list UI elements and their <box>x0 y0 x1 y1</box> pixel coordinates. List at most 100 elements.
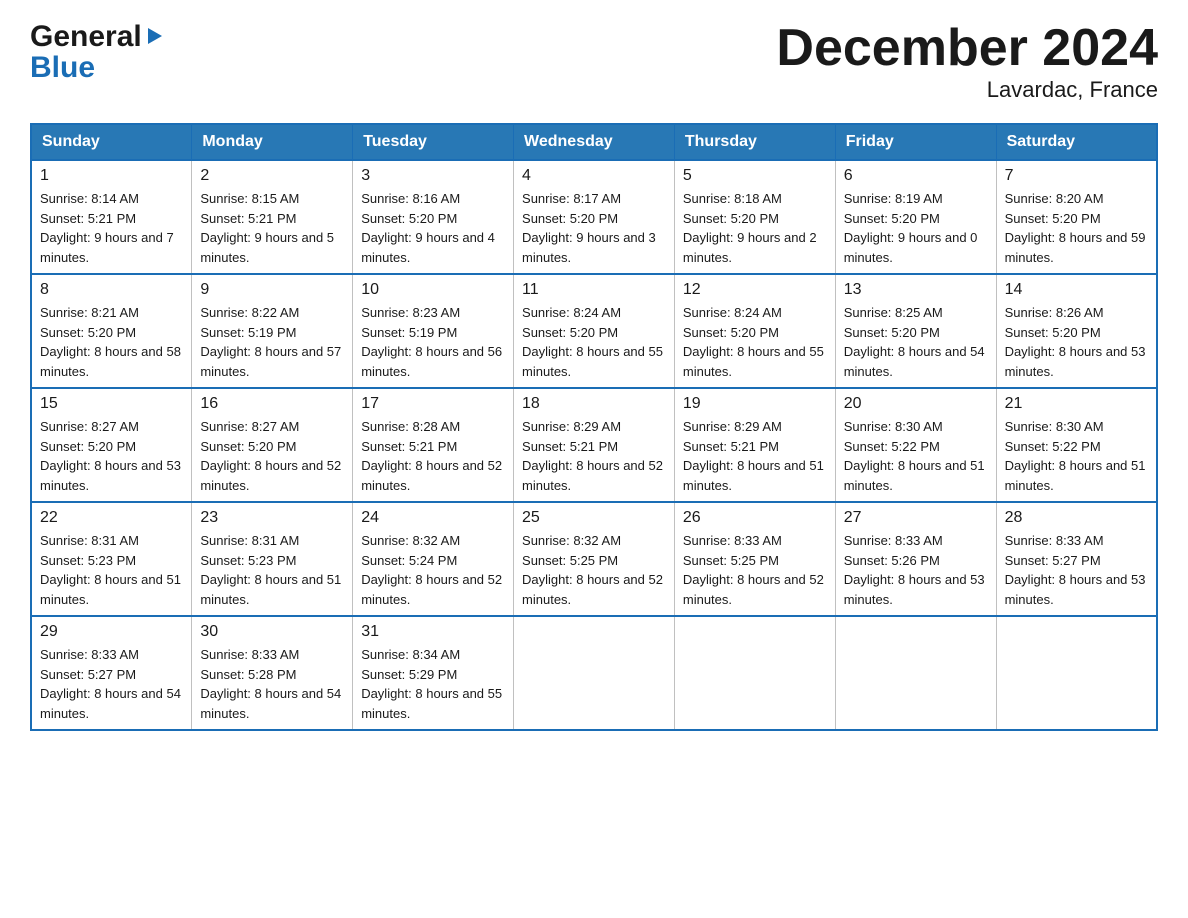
table-row: 18 Sunrise: 8:29 AMSunset: 5:21 PMDaylig… <box>514 388 675 502</box>
table-row: 13 Sunrise: 8:25 AMSunset: 5:20 PMDaylig… <box>835 274 996 388</box>
calendar-week-row: 22 Sunrise: 8:31 AMSunset: 5:23 PMDaylig… <box>31 502 1157 616</box>
table-row: 30 Sunrise: 8:33 AMSunset: 5:28 PMDaylig… <box>192 616 353 730</box>
day-info: Sunrise: 8:33 AMSunset: 5:28 PMDaylight:… <box>200 645 344 723</box>
day-info: Sunrise: 8:22 AMSunset: 5:19 PMDaylight:… <box>200 303 344 381</box>
logo-general: General <box>30 20 142 54</box>
calendar-week-row: 15 Sunrise: 8:27 AMSunset: 5:20 PMDaylig… <box>31 388 1157 502</box>
table-row: 9 Sunrise: 8:22 AMSunset: 5:19 PMDayligh… <box>192 274 353 388</box>
day-number: 28 <box>1005 509 1148 527</box>
table-row: 19 Sunrise: 8:29 AMSunset: 5:21 PMDaylig… <box>674 388 835 502</box>
table-row: 3 Sunrise: 8:16 AMSunset: 5:20 PMDayligh… <box>353 160 514 274</box>
table-row: 14 Sunrise: 8:26 AMSunset: 5:20 PMDaylig… <box>996 274 1157 388</box>
day-number: 19 <box>683 395 827 413</box>
table-row: 11 Sunrise: 8:24 AMSunset: 5:20 PMDaylig… <box>514 274 675 388</box>
day-info: Sunrise: 8:25 AMSunset: 5:20 PMDaylight:… <box>844 303 988 381</box>
day-info: Sunrise: 8:27 AMSunset: 5:20 PMDaylight:… <box>200 417 344 495</box>
day-number: 15 <box>40 395 183 413</box>
col-tuesday: Tuesday <box>353 124 514 160</box>
table-row <box>514 616 675 730</box>
day-number: 8 <box>40 281 183 299</box>
table-row: 8 Sunrise: 8:21 AMSunset: 5:20 PMDayligh… <box>31 274 192 388</box>
day-info: Sunrise: 8:16 AMSunset: 5:20 PMDaylight:… <box>361 189 505 267</box>
day-info: Sunrise: 8:18 AMSunset: 5:20 PMDaylight:… <box>683 189 827 267</box>
table-row: 6 Sunrise: 8:19 AMSunset: 5:20 PMDayligh… <box>835 160 996 274</box>
day-number: 26 <box>683 509 827 527</box>
day-number: 3 <box>361 167 505 185</box>
table-row: 28 Sunrise: 8:33 AMSunset: 5:27 PMDaylig… <box>996 502 1157 616</box>
day-number: 16 <box>200 395 344 413</box>
day-info: Sunrise: 8:24 AMSunset: 5:20 PMDaylight:… <box>683 303 827 381</box>
day-number: 12 <box>683 281 827 299</box>
day-number: 10 <box>361 281 505 299</box>
logo: General Blue <box>30 20 166 81</box>
table-row: 5 Sunrise: 8:18 AMSunset: 5:20 PMDayligh… <box>674 160 835 274</box>
table-row: 12 Sunrise: 8:24 AMSunset: 5:20 PMDaylig… <box>674 274 835 388</box>
day-info: Sunrise: 8:33 AMSunset: 5:26 PMDaylight:… <box>844 531 988 609</box>
day-number: 25 <box>522 509 666 527</box>
title-block: December 2024 Lavardac, France <box>776 20 1158 103</box>
day-info: Sunrise: 8:15 AMSunset: 5:21 PMDaylight:… <box>200 189 344 267</box>
calendar-week-row: 8 Sunrise: 8:21 AMSunset: 5:20 PMDayligh… <box>31 274 1157 388</box>
day-number: 30 <box>200 623 344 641</box>
day-info: Sunrise: 8:30 AMSunset: 5:22 PMDaylight:… <box>844 417 988 495</box>
col-thursday: Thursday <box>674 124 835 160</box>
day-info: Sunrise: 8:20 AMSunset: 5:20 PMDaylight:… <box>1005 189 1148 267</box>
day-number: 21 <box>1005 395 1148 413</box>
day-number: 1 <box>40 167 183 185</box>
table-row: 15 Sunrise: 8:27 AMSunset: 5:20 PMDaylig… <box>31 388 192 502</box>
page-title: December 2024 <box>776 20 1158 77</box>
day-info: Sunrise: 8:29 AMSunset: 5:21 PMDaylight:… <box>683 417 827 495</box>
table-row <box>835 616 996 730</box>
day-info: Sunrise: 8:28 AMSunset: 5:21 PMDaylight:… <box>361 417 505 495</box>
day-number: 9 <box>200 281 344 299</box>
table-row: 20 Sunrise: 8:30 AMSunset: 5:22 PMDaylig… <box>835 388 996 502</box>
calendar-header-row: Sunday Monday Tuesday Wednesday Thursday… <box>31 124 1157 160</box>
col-monday: Monday <box>192 124 353 160</box>
day-number: 23 <box>200 509 344 527</box>
col-sunday: Sunday <box>31 124 192 160</box>
day-number: 20 <box>844 395 988 413</box>
table-row: 23 Sunrise: 8:31 AMSunset: 5:23 PMDaylig… <box>192 502 353 616</box>
table-row <box>674 616 835 730</box>
day-number: 29 <box>40 623 183 641</box>
day-number: 27 <box>844 509 988 527</box>
day-info: Sunrise: 8:26 AMSunset: 5:20 PMDaylight:… <box>1005 303 1148 381</box>
day-number: 5 <box>683 167 827 185</box>
table-row: 2 Sunrise: 8:15 AMSunset: 5:21 PMDayligh… <box>192 160 353 274</box>
table-row: 26 Sunrise: 8:33 AMSunset: 5:25 PMDaylig… <box>674 502 835 616</box>
table-row <box>996 616 1157 730</box>
calendar-week-row: 29 Sunrise: 8:33 AMSunset: 5:27 PMDaylig… <box>31 616 1157 730</box>
day-number: 22 <box>40 509 183 527</box>
calendar-table: Sunday Monday Tuesday Wednesday Thursday… <box>30 123 1158 731</box>
table-row: 7 Sunrise: 8:20 AMSunset: 5:20 PMDayligh… <box>996 160 1157 274</box>
calendar-week-row: 1 Sunrise: 8:14 AMSunset: 5:21 PMDayligh… <box>31 160 1157 274</box>
day-info: Sunrise: 8:33 AMSunset: 5:27 PMDaylight:… <box>40 645 183 723</box>
col-friday: Friday <box>835 124 996 160</box>
day-info: Sunrise: 8:24 AMSunset: 5:20 PMDaylight:… <box>522 303 666 381</box>
day-number: 4 <box>522 167 666 185</box>
table-row: 17 Sunrise: 8:28 AMSunset: 5:21 PMDaylig… <box>353 388 514 502</box>
day-info: Sunrise: 8:14 AMSunset: 5:21 PMDaylight:… <box>40 189 183 267</box>
day-info: Sunrise: 8:17 AMSunset: 5:20 PMDaylight:… <box>522 189 666 267</box>
day-number: 11 <box>522 281 666 299</box>
day-number: 7 <box>1005 167 1148 185</box>
logo-triangle-icon <box>144 24 166 46</box>
table-row: 27 Sunrise: 8:33 AMSunset: 5:26 PMDaylig… <box>835 502 996 616</box>
col-wednesday: Wednesday <box>514 124 675 160</box>
day-info: Sunrise: 8:32 AMSunset: 5:24 PMDaylight:… <box>361 531 505 609</box>
table-row: 10 Sunrise: 8:23 AMSunset: 5:19 PMDaylig… <box>353 274 514 388</box>
day-info: Sunrise: 8:23 AMSunset: 5:19 PMDaylight:… <box>361 303 505 381</box>
table-row: 31 Sunrise: 8:34 AMSunset: 5:29 PMDaylig… <box>353 616 514 730</box>
day-number: 2 <box>200 167 344 185</box>
day-info: Sunrise: 8:19 AMSunset: 5:20 PMDaylight:… <box>844 189 988 267</box>
table-row: 4 Sunrise: 8:17 AMSunset: 5:20 PMDayligh… <box>514 160 675 274</box>
day-number: 18 <box>522 395 666 413</box>
day-info: Sunrise: 8:32 AMSunset: 5:25 PMDaylight:… <box>522 531 666 609</box>
col-saturday: Saturday <box>996 124 1157 160</box>
table-row: 21 Sunrise: 8:30 AMSunset: 5:22 PMDaylig… <box>996 388 1157 502</box>
day-info: Sunrise: 8:27 AMSunset: 5:20 PMDaylight:… <box>40 417 183 495</box>
day-info: Sunrise: 8:30 AMSunset: 5:22 PMDaylight:… <box>1005 417 1148 495</box>
table-row: 16 Sunrise: 8:27 AMSunset: 5:20 PMDaylig… <box>192 388 353 502</box>
day-number: 31 <box>361 623 505 641</box>
day-number: 17 <box>361 395 505 413</box>
